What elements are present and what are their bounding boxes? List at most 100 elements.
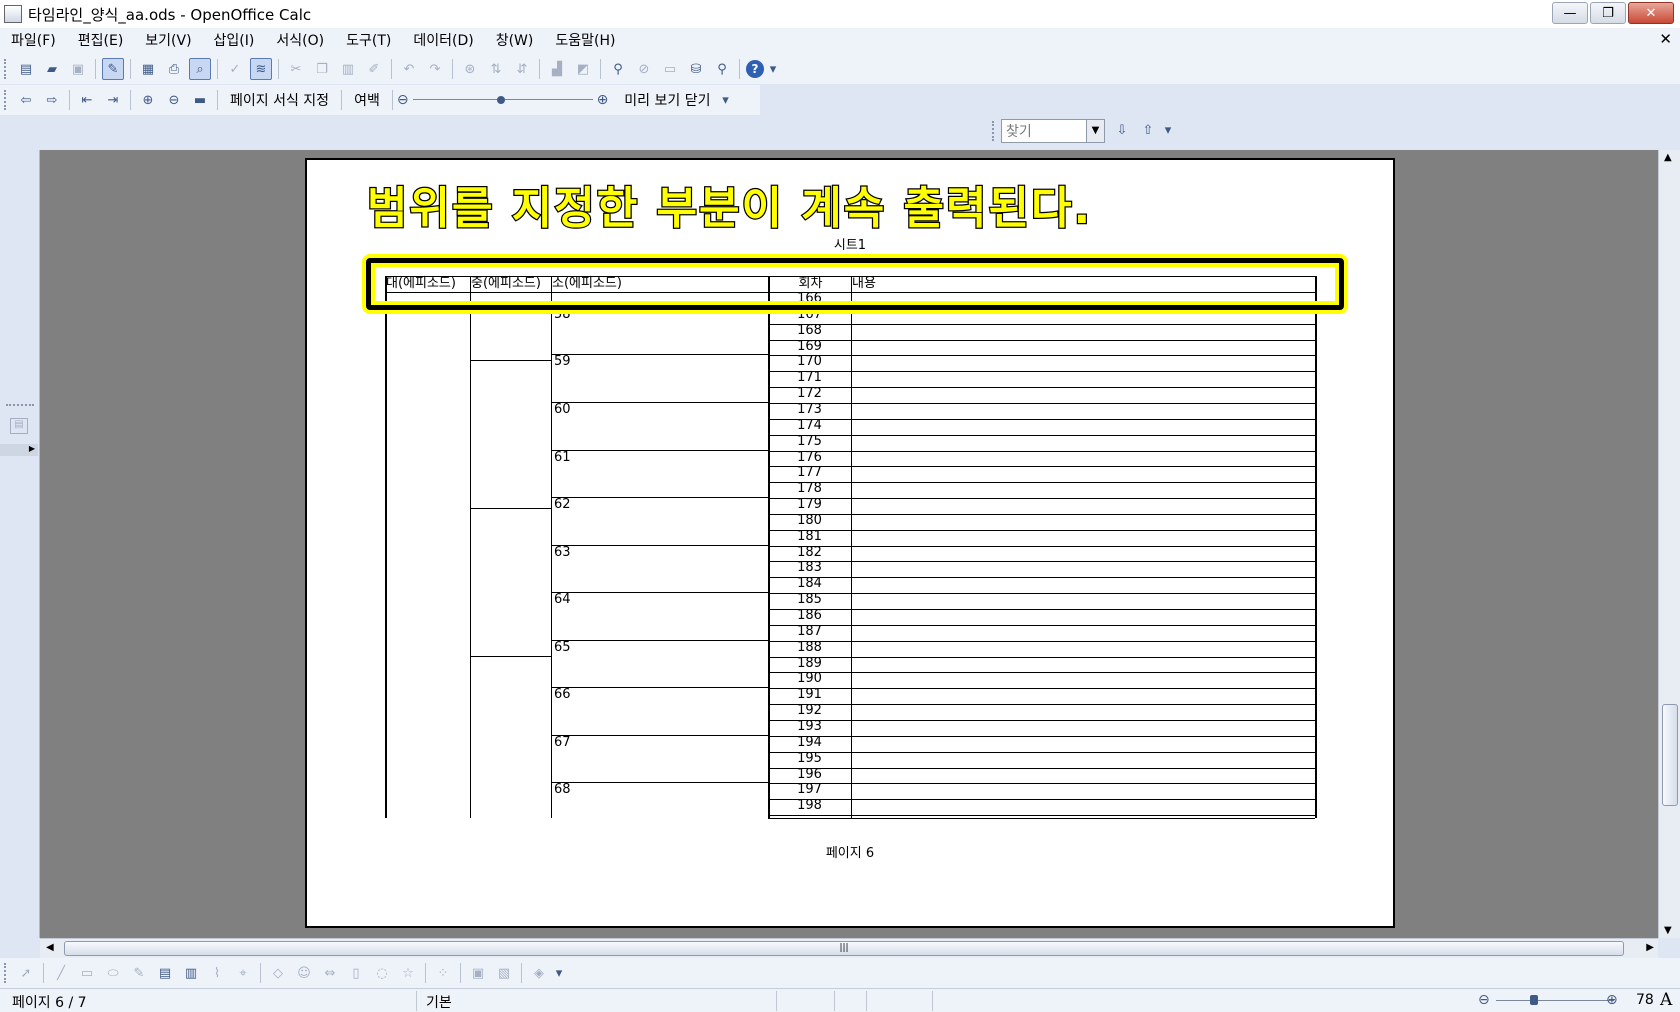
horizontal-scrollbar[interactable]: ◀ ||| ▶ — [40, 938, 1658, 958]
margins-button[interactable]: 여백 — [346, 90, 388, 110]
find-replace-icon[interactable]: ⚲ — [607, 58, 629, 80]
find-next-icon[interactable]: ⇩ — [1111, 120, 1133, 142]
symbol-shapes-icon[interactable]: ☺ — [293, 962, 315, 984]
panel-expand-icon[interactable]: ▶ — [0, 444, 38, 456]
freeform-icon[interactable]: ✎ — [128, 962, 150, 984]
chart-icon[interactable]: ▟ — [546, 58, 568, 80]
ellipse-icon[interactable]: ⬭ — [102, 962, 124, 984]
flowchart-icon[interactable]: ▯ — [345, 962, 367, 984]
preview-zoom-slider[interactable] — [412, 93, 593, 107]
close-window-button[interactable]: ✕ — [1628, 2, 1674, 24]
select-arrow-icon[interactable]: ➚ — [15, 962, 37, 984]
gallery-icon[interactable]: ▭ — [659, 58, 681, 80]
close-preview-button[interactable]: 미리 보기 닫기 — [616, 90, 718, 110]
menu-view[interactable]: 보기(V) — [134, 28, 202, 54]
first-page-icon[interactable]: ⇤ — [76, 89, 98, 111]
page-format-button[interactable]: 페이지 서식 지정 — [222, 90, 337, 110]
help-icon[interactable]: ? — [746, 60, 764, 78]
page-preview-icon[interactable]: ⌕ — [189, 58, 211, 80]
status-zoom-plus[interactable]: ⊕ — [1606, 992, 1618, 1008]
vertical-scrollbar[interactable]: ▲ ▼ — [1658, 150, 1680, 938]
menu-edit[interactable]: 편집(E) — [67, 28, 135, 54]
copy-icon[interactable]: ❐ — [311, 58, 333, 80]
scroll-down-icon[interactable]: ▼ — [1664, 925, 1672, 936]
preview-zoom-minus[interactable]: ⊖ — [397, 92, 409, 108]
horizontal-scroll-thumb[interactable]: ||| — [64, 941, 1624, 956]
save-icon[interactable]: ▣ — [67, 58, 89, 80]
stars-icon[interactable]: ☆ — [397, 962, 419, 984]
previous-page-icon[interactable]: ⇦ — [15, 89, 37, 111]
menu-format[interactable]: 서식(O) — [265, 28, 335, 54]
points-icon[interactable]: ⌖ — [232, 962, 254, 984]
preview-zoom-thumb[interactable] — [496, 96, 505, 104]
next-page-icon[interactable]: ⇨ — [41, 89, 63, 111]
callouts-icon[interactable]: ◌ — [371, 962, 393, 984]
spellcheck-icon[interactable]: ✓ — [224, 58, 246, 80]
edit-file-icon[interactable]: ✎ — [102, 58, 124, 80]
print-icon[interactable]: ⎙ — [163, 58, 185, 80]
open-folder-icon[interactable]: ▰ — [41, 58, 63, 80]
status-page-style[interactable]: 기본 — [426, 992, 452, 1012]
from-file-icon[interactable]: ▧ — [493, 962, 515, 984]
restore-button[interactable]: ❐ — [1590, 2, 1626, 24]
find-input[interactable]: 찾기 ▼ — [1001, 118, 1105, 143]
toolbar-grip[interactable] — [4, 59, 8, 79]
menu-window[interactable]: 창(W) — [485, 28, 545, 54]
zoom-in-icon[interactable]: ⊕ — [137, 89, 159, 111]
menu-insert[interactable]: 삽입(I) — [203, 28, 266, 54]
undo-icon[interactable]: ↶ — [398, 58, 420, 80]
toolbar-overflow-icon[interactable]: ▾ — [554, 962, 564, 984]
find-previous-icon[interactable]: ⇧ — [1137, 120, 1159, 142]
text-box-icon[interactable]: ▤ — [154, 962, 176, 984]
hyperlink-icon[interactable]: ⊛ — [459, 58, 481, 80]
block-arrows-icon[interactable]: ⇔ — [319, 962, 341, 984]
status-zoom-thumb[interactable] — [1530, 995, 1538, 1005]
new-document-icon[interactable]: ▤ — [15, 58, 37, 80]
panel-grip[interactable] — [6, 404, 34, 407]
close-document-button[interactable]: ✕ — [1659, 30, 1672, 48]
line-icon[interactable]: ╱ — [50, 962, 72, 984]
sort-ascending-icon[interactable]: ⇅ — [485, 58, 507, 80]
callout-icon[interactable]: ⌇ — [206, 962, 228, 984]
paste-icon[interactable]: ▥ — [337, 58, 359, 80]
status-zoom-value[interactable]: 78 — [1636, 992, 1654, 1008]
status-zoom-slider[interactable] — [1496, 1000, 1614, 1001]
toggle-points-icon[interactable]: ⁘ — [432, 962, 454, 984]
scroll-up-icon[interactable]: ▲ — [1664, 152, 1672, 163]
minimize-button[interactable]: — — [1552, 2, 1588, 24]
toolbar-grip[interactable] — [992, 120, 996, 141]
data-sources-icon[interactable]: ⛁ — [685, 58, 707, 80]
rectangle-icon[interactable]: ▭ — [76, 962, 98, 984]
navigator-icon[interactable]: ⊘ — [633, 58, 655, 80]
basic-shapes-icon[interactable]: ◇ — [267, 962, 289, 984]
zoom-out-icon[interactable]: ⊖ — [163, 89, 185, 111]
calc-app-icon[interactable] — [4, 5, 22, 23]
scroll-right-icon[interactable]: ▶ — [1646, 942, 1654, 953]
zoom-icon[interactable]: ⚲ — [711, 58, 733, 80]
sort-descending-icon[interactable]: ⇵ — [511, 58, 533, 80]
vertical-scroll-thumb[interactable] — [1662, 704, 1678, 806]
full-screen-icon[interactable]: ▬ — [189, 89, 211, 111]
status-zoom-minus[interactable]: ⊖ — [1478, 992, 1490, 1008]
toolbar-overflow-icon[interactable]: ▾ — [720, 89, 730, 111]
autospell-icon[interactable]: ≋ — [250, 58, 272, 80]
redo-icon[interactable]: ↷ — [424, 58, 446, 80]
toolbar-overflow-icon[interactable]: ▾ — [1163, 120, 1173, 142]
find-dropdown-icon[interactable]: ▼ — [1086, 119, 1104, 142]
format-paintbrush-icon[interactable]: ✐ — [363, 58, 385, 80]
fontwork-icon[interactable]: ▣ — [467, 962, 489, 984]
scroll-left-icon[interactable]: ◀ — [46, 942, 54, 953]
menu-file[interactable]: 파일(F) — [0, 28, 67, 54]
toolbar-grip[interactable] — [4, 90, 8, 110]
draw-functions-icon[interactable]: ◩ — [572, 58, 594, 80]
preview-zoom-plus[interactable]: ⊕ — [597, 92, 609, 108]
export-pdf-icon[interactable]: ▦ — [137, 58, 159, 80]
menu-tools[interactable]: 도구(T) — [335, 28, 402, 54]
extrusion-icon[interactable]: ◈ — [528, 962, 550, 984]
vertical-text-icon[interactable]: ▥ — [180, 962, 202, 984]
toolbar-overflow-icon[interactable]: ▾ — [768, 58, 778, 80]
toolbar-grip[interactable] — [4, 963, 8, 983]
menu-data[interactable]: 데이터(D) — [402, 28, 484, 54]
menu-help[interactable]: 도움말(H) — [544, 28, 626, 54]
cut-icon[interactable]: ✂ — [285, 58, 307, 80]
